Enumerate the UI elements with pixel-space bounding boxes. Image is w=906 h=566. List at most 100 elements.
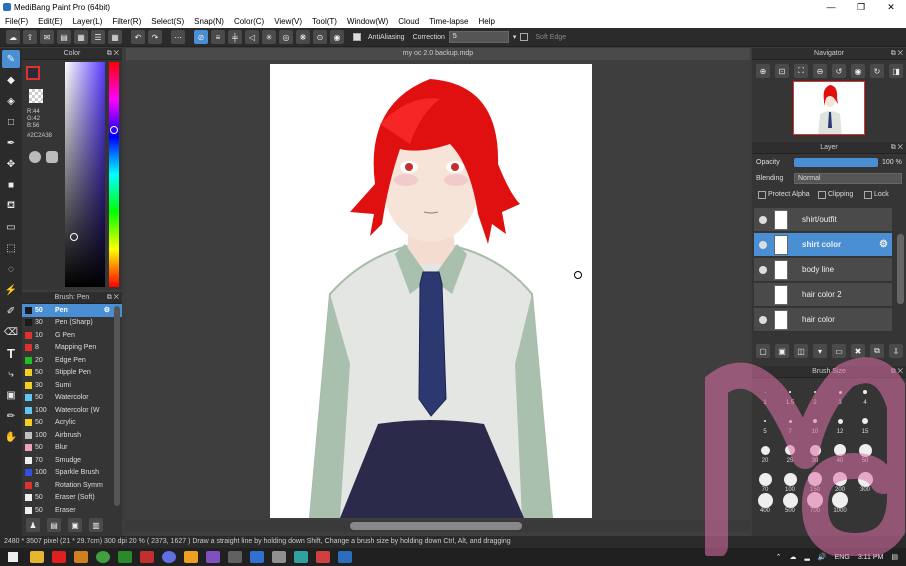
cross-snap-icon[interactable]: ╪ — [228, 30, 242, 44]
panel-controls-icon[interactable]: ⧉ ✕ — [891, 142, 903, 154]
layer-row[interactable]: body line — [754, 258, 892, 282]
grid-icon[interactable]: ▦ — [108, 30, 122, 44]
operation-tool-icon[interactable]: ⤷ — [2, 365, 20, 383]
brush-size-option[interactable] — [858, 443, 872, 457]
menu-layer[interactable]: Layer(L) — [68, 17, 108, 26]
text-tool-icon[interactable]: T — [2, 344, 20, 362]
visibility-eye-icon[interactable] — [759, 240, 767, 249]
menu-view[interactable]: View(V) — [269, 17, 307, 26]
foreground-color-swatch[interactable] — [26, 66, 40, 80]
chrome-icon[interactable] — [96, 551, 110, 563]
selection-dots-icon[interactable]: ⋯ — [171, 30, 185, 44]
dot-eraser-tool-icon[interactable]: ◈ — [2, 92, 20, 110]
menu-edit[interactable]: Edit(E) — [33, 17, 67, 26]
brush-item[interactable]: 100 Watercolor (W — [22, 404, 122, 417]
panel-controls-icon[interactable]: ⧉ ✕ — [107, 292, 119, 304]
menu-help[interactable]: Help — [473, 17, 499, 26]
merge-layer-icon[interactable]: ⇩ — [889, 344, 903, 358]
brush-item[interactable]: 30 Sumi — [22, 379, 122, 392]
brush-item[interactable]: 30 Pen (Sharp) — [22, 317, 122, 330]
brush-size-option[interactable] — [808, 472, 822, 486]
visibility-eye-icon[interactable] — [759, 215, 767, 224]
brush-size-option[interactable] — [862, 418, 868, 424]
new-doc-icon[interactable]: ▤ — [57, 30, 71, 44]
flip-icon[interactable]: ◨ — [889, 64, 903, 78]
youtube-icon[interactable] — [52, 551, 66, 563]
panel-controls-icon[interactable]: ⧉ ✕ — [107, 48, 119, 60]
brush-tool-icon[interactable]: ✎ — [2, 50, 20, 68]
minimize-button[interactable]: — — [816, 0, 846, 14]
volume-icon[interactable]: 🔊 — [818, 553, 827, 561]
menu-color[interactable]: Color(C) — [229, 17, 269, 26]
redo-icon[interactable]: ↷ — [148, 30, 162, 44]
menu-snap[interactable]: Snap(N) — [189, 17, 229, 26]
brush-item[interactable]: 10 G Pen — [22, 329, 122, 342]
media-icon[interactable] — [140, 551, 154, 563]
brush-size-option[interactable] — [814, 391, 816, 393]
windows-start-icon[interactable] — [8, 552, 18, 562]
opacity-slider[interactable] — [794, 158, 878, 167]
bucket-tool-icon[interactable]: ⛾ — [2, 197, 20, 215]
menu-cloud[interactable]: Cloud — [393, 17, 424, 26]
brush-item[interactable]: 70 Smudge — [22, 454, 122, 467]
radial-snap-icon[interactable]: ✳ — [262, 30, 276, 44]
menu-window[interactable]: Window(W) — [342, 17, 393, 26]
app-icon-purple[interactable] — [206, 551, 220, 563]
file-explorer-icon[interactable] — [30, 551, 44, 563]
rotate-left-icon[interactable]: ↺ — [832, 64, 846, 78]
network-icon[interactable]: ▂ — [805, 553, 810, 561]
eraser-tool-icon[interactable]: ◆ — [2, 71, 20, 89]
correction-select[interactable]: 5 — [448, 31, 509, 43]
drawing-canvas[interactable] — [270, 64, 592, 518]
share-icon[interactable]: ⇪ — [23, 30, 37, 44]
layer-row[interactable]: shirt/outfit — [754, 208, 892, 232]
brush-size-option[interactable] — [832, 492, 848, 508]
move-tool-icon[interactable]: ✥ — [2, 155, 20, 173]
divide-tool-icon[interactable]: ▣ — [2, 386, 20, 404]
brush-menu-icon[interactable]: ▣ — [68, 518, 82, 532]
select-tool-icon[interactable]: ⬚ — [2, 239, 20, 257]
duplicate-layer-icon[interactable]: ⧉ — [870, 344, 884, 358]
brush-item[interactable]: 100 Sparkle Brush — [22, 467, 122, 480]
layer-scrollbar[interactable] — [897, 234, 904, 304]
undo-icon[interactable]: ↶ — [131, 30, 145, 44]
gradient-tool-icon[interactable]: ▭ — [2, 218, 20, 236]
panel-controls-icon[interactable]: ⧉ ✕ — [891, 48, 903, 60]
softedge-checkbox[interactable] — [520, 33, 529, 41]
new-layer-icon[interactable]: ▢ — [756, 344, 770, 358]
brush-add-icon[interactable]: ♟ — [26, 518, 40, 532]
clock[interactable]: 3:11 PM — [858, 554, 884, 561]
brush-item[interactable]: 50 Blur — [22, 442, 122, 455]
zoom-out-icon[interactable]: ⊖ — [813, 64, 827, 78]
cloud-tray-icon[interactable]: ☁ — [790, 553, 797, 561]
menu-file[interactable]: File(F) — [0, 17, 33, 26]
new-1bit-layer-icon[interactable]: ◫ — [794, 344, 808, 358]
canvas-hscrollbar[interactable] — [126, 520, 750, 532]
saturation-value-picker[interactable] — [65, 62, 105, 287]
navigator-preview[interactable] — [793, 81, 865, 135]
app-icon-blue[interactable] — [250, 551, 264, 563]
hue-slider[interactable] — [109, 62, 119, 287]
brush-item[interactable]: 8 Rotation Symm — [22, 479, 122, 492]
magic-wand-tool-icon[interactable]: ⚡ — [2, 281, 20, 299]
circle-snap-icon[interactable]: ◎ — [279, 30, 293, 44]
vanishing-snap-icon[interactable]: ◁ — [245, 30, 259, 44]
brush-size-option[interactable] — [789, 391, 791, 393]
brush-size-option[interactable] — [758, 472, 772, 486]
hscroll-thumb[interactable] — [350, 522, 522, 530]
rotate-right-icon[interactable]: ↻ — [870, 64, 884, 78]
brush-size-option[interactable] — [863, 390, 867, 394]
maximize-button[interactable]: ❐ — [846, 0, 876, 14]
select-pen-tool-icon[interactable]: ✐ — [2, 302, 20, 320]
panel-controls-icon[interactable]: ⧉ ✕ — [891, 366, 903, 378]
menu-select[interactable]: Select(S) — [146, 17, 189, 26]
layer-row[interactable]: hair color 2 — [754, 283, 892, 307]
brush-size-option[interactable] — [837, 418, 843, 424]
app-icon-teal[interactable] — [294, 551, 308, 563]
fit-icon[interactable]: ⊡ — [775, 64, 789, 78]
new-halftone-layer-icon[interactable]: ▣ — [775, 344, 789, 358]
app-icon-dark[interactable] — [228, 551, 242, 563]
brush-size-option[interactable] — [833, 472, 847, 486]
cloud-icon[interactable]: ☁ — [6, 30, 20, 44]
hue-cursor[interactable] — [110, 126, 118, 134]
